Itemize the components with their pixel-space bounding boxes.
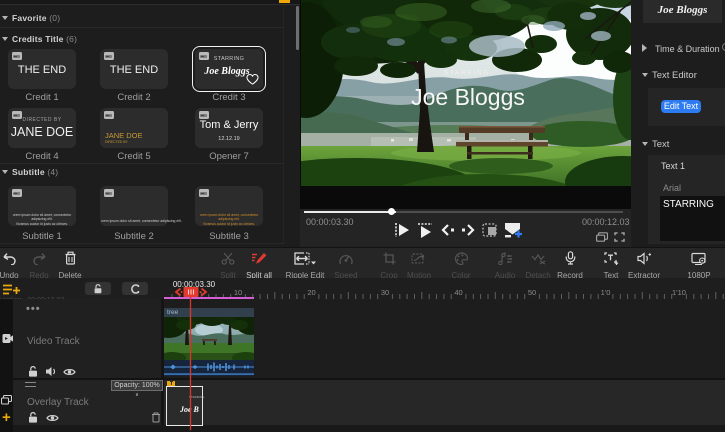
svg-text:40: 40 — [454, 288, 462, 297]
svg-text:50: 50 — [528, 288, 536, 297]
svg-text:30: 30 — [381, 288, 389, 297]
svg-text:STARRING: STARRING — [444, 70, 490, 77]
svg-text:20: 20 — [307, 288, 315, 297]
svg-text:1'0: 1'0 — [601, 288, 611, 297]
svg-text:Joe Bloggs: Joe Bloggs — [411, 84, 525, 110]
svg-text:10: 10 — [234, 288, 242, 297]
svg-text:1'10: 1'10 — [672, 288, 686, 297]
